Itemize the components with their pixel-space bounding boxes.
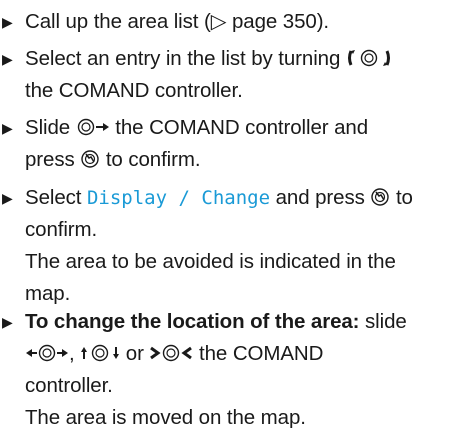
controller-slide-left-right-icon: [25, 342, 69, 364]
step-3-text-a: Slide: [25, 116, 76, 139]
step-4-text-d: confirm.: [25, 218, 98, 241]
controller-slide-diagonal-icon: [149, 342, 193, 364]
step-5-text-c: or: [120, 342, 150, 365]
page-ref-link[interactable]: page 350).: [226, 10, 329, 33]
step-1-text-a: Call up the area list (: [25, 10, 211, 33]
step-4-text-c: to: [390, 186, 413, 209]
step-1: Call up the area list (▷ page 350).: [0, 6, 462, 38]
step-5-text-a: slide: [359, 310, 407, 333]
step-5-text-f: The area is moved on the map.: [25, 406, 306, 429]
step-4-text-b: and press: [270, 186, 371, 209]
page-ref-arrow: ▷: [210, 10, 227, 33]
step-3-text-c: press: [25, 148, 81, 171]
controller-slide-right-icon: [76, 116, 110, 138]
step-2-text-b: the COMAND controller.: [25, 79, 243, 102]
step-2-text-a: Select an entry in the list by turning: [25, 47, 346, 70]
step-5-text-d: the COMAND: [193, 342, 324, 365]
triangle-bullet-icon: [2, 112, 13, 144]
step-2: Select an entry in the list by turning t…: [0, 43, 462, 107]
step-5: To change the location of the area: slid…: [0, 306, 462, 434]
instruction-page: Call up the area list (▷ page 350). Sele…: [0, 0, 462, 432]
menu-item-display-change[interactable]: Display / Change: [87, 187, 270, 209]
step-5-text-b: ,: [69, 342, 81, 365]
controller-press-icon: [370, 187, 390, 207]
step-3: Slide the COMAND controller and press: [0, 112, 462, 176]
step-3-text-b: the COMAND controller and: [109, 116, 368, 139]
controller-turn-icon: [346, 47, 392, 69]
triangle-bullet-icon: [2, 306, 13, 338]
controller-press-icon: [80, 149, 100, 169]
step-4-text-a: Select: [25, 186, 87, 209]
step-3-text-d: to confirm.: [100, 148, 201, 171]
step-4-text-e: The area to be avoided is indicated in t…: [25, 250, 396, 273]
controller-slide-up-down-icon: [80, 342, 120, 364]
step-5-heading: To change the location of the area:: [25, 310, 360, 333]
step-4: Select Display / Change and press to con…: [0, 182, 462, 310]
triangle-bullet-icon: [2, 182, 13, 214]
triangle-bullet-icon: [2, 43, 13, 75]
step-5-text-e: controller.: [25, 374, 113, 397]
triangle-bullet-icon: [2, 6, 13, 38]
